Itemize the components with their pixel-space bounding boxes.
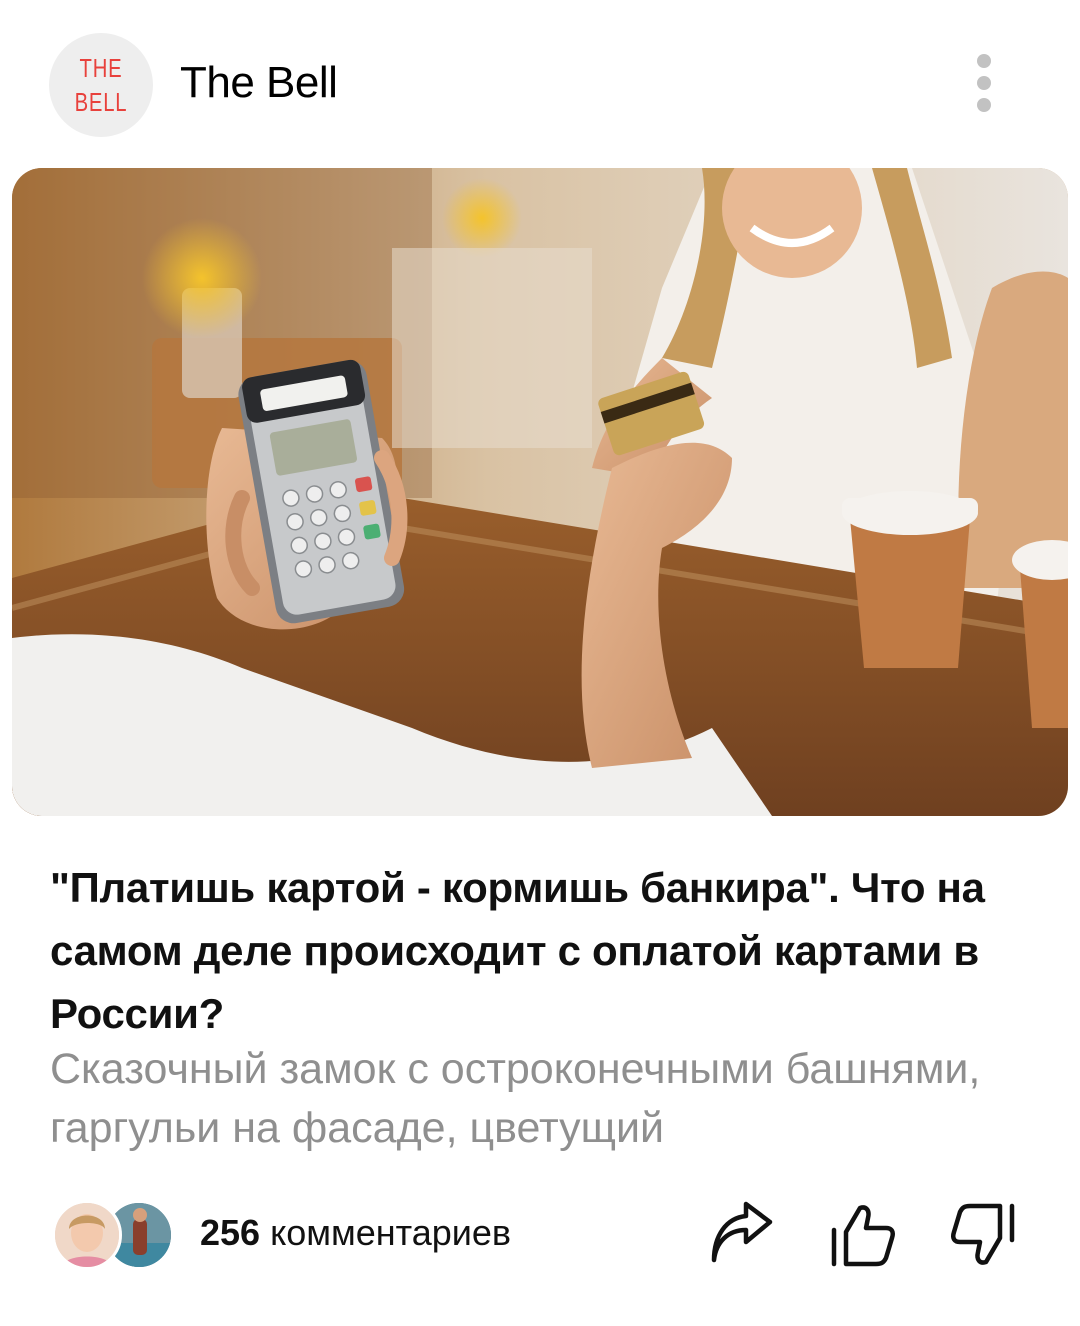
commenter-avatar bbox=[52, 1200, 122, 1270]
vertical-dots-icon-dot bbox=[977, 98, 991, 112]
post-title[interactable]: "Платишь картой - кормишь банкира". Что … bbox=[50, 856, 1040, 1045]
comments-label: комментариев bbox=[270, 1212, 512, 1253]
post-snippet[interactable]: Сказочный замок с остроконечными башнями… bbox=[50, 1040, 1040, 1158]
logo-text-line1: THE bbox=[80, 54, 123, 83]
vertical-dots-icon bbox=[977, 54, 991, 68]
share-button[interactable] bbox=[704, 1198, 778, 1272]
channel-name[interactable]: The Bell bbox=[180, 58, 338, 108]
post-header: THE BELL The Bell bbox=[0, 0, 1080, 168]
like-button[interactable] bbox=[826, 1198, 900, 1272]
post-footer: 256 комментариев bbox=[0, 1190, 1080, 1280]
share-icon bbox=[711, 1201, 773, 1263]
thumbs-down-icon bbox=[951, 1203, 1015, 1265]
post-image[interactable] bbox=[12, 168, 1068, 816]
more-menu-button[interactable] bbox=[966, 50, 1002, 116]
thumbs-up-icon bbox=[831, 1205, 895, 1267]
dislike-button[interactable] bbox=[946, 1198, 1020, 1272]
logo-text-line2: BELL bbox=[75, 88, 128, 117]
comments-count: 256 bbox=[200, 1212, 261, 1253]
channel-logo[interactable]: THE BELL bbox=[49, 33, 153, 137]
comments-link[interactable]: 256 комментариев bbox=[200, 1212, 511, 1254]
vertical-dots-icon-dot bbox=[977, 76, 991, 90]
